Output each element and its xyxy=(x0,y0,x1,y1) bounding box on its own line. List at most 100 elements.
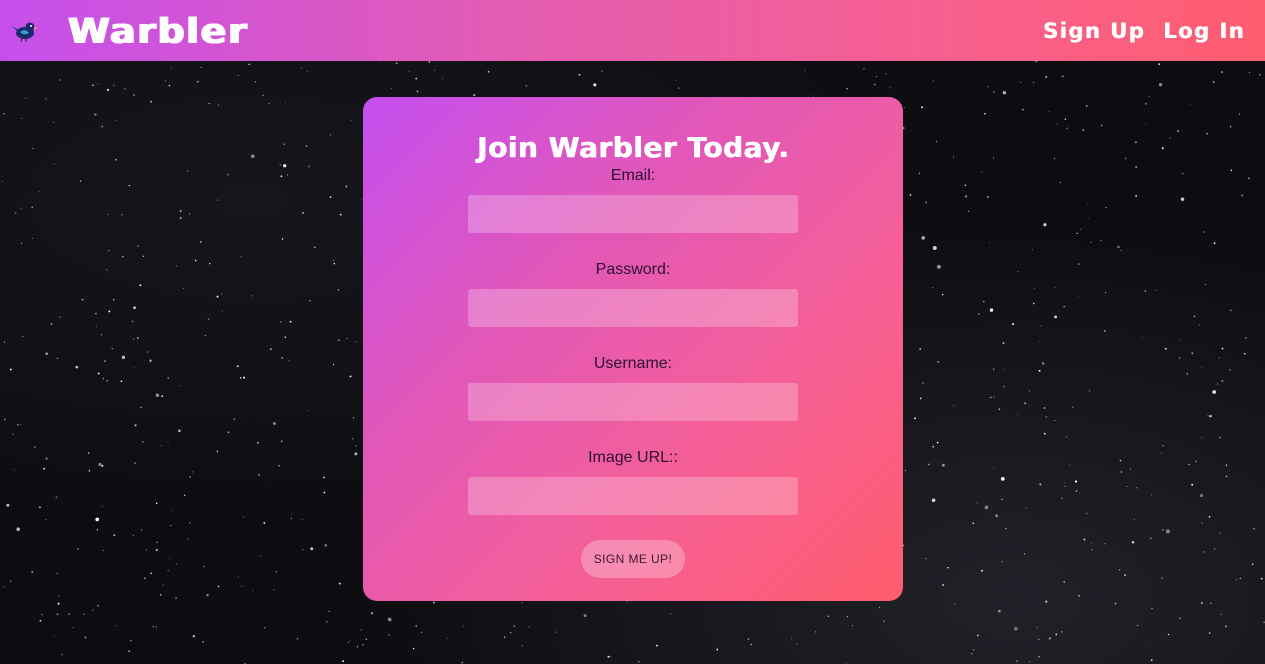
username-label: Username: xyxy=(593,355,673,372)
star xyxy=(1063,305,1065,308)
star xyxy=(192,471,194,473)
star xyxy=(1193,315,1196,318)
star xyxy=(1055,633,1058,636)
star xyxy=(10,580,12,582)
star xyxy=(1204,284,1206,285)
star xyxy=(31,570,34,573)
star xyxy=(932,246,937,250)
star xyxy=(290,517,292,520)
star xyxy=(175,597,178,600)
star xyxy=(1020,81,1022,83)
star xyxy=(1165,529,1170,534)
star xyxy=(1043,407,1046,409)
star xyxy=(155,502,158,505)
star xyxy=(56,613,59,615)
star xyxy=(306,410,308,412)
star xyxy=(59,79,61,81)
star xyxy=(1229,369,1231,371)
star xyxy=(329,196,332,198)
star xyxy=(167,569,169,572)
star xyxy=(1155,289,1157,291)
brand-home-link[interactable]: Warbler xyxy=(0,9,248,53)
star xyxy=(434,69,435,71)
login-link[interactable]: Log In xyxy=(1163,19,1245,43)
star xyxy=(1137,624,1139,627)
star xyxy=(308,299,311,302)
star xyxy=(904,470,906,472)
star xyxy=(601,70,603,72)
star xyxy=(288,360,290,362)
star xyxy=(804,70,806,72)
star xyxy=(284,336,287,339)
username-input[interactable] xyxy=(468,383,798,421)
star xyxy=(984,505,989,510)
star xyxy=(1135,166,1137,168)
password-input[interactable] xyxy=(468,289,798,327)
star xyxy=(45,98,47,100)
star xyxy=(1212,81,1215,83)
star xyxy=(171,510,173,512)
star xyxy=(131,320,134,323)
star xyxy=(1148,95,1150,98)
star xyxy=(1048,111,1050,112)
star xyxy=(1259,74,1261,76)
star xyxy=(196,80,199,83)
star xyxy=(981,171,983,173)
star xyxy=(942,293,944,296)
star xyxy=(790,637,792,639)
star xyxy=(77,548,79,550)
star xyxy=(1100,124,1103,127)
star xyxy=(284,101,286,103)
star xyxy=(1080,228,1082,230)
star xyxy=(1063,581,1066,583)
star xyxy=(1218,357,1220,359)
star xyxy=(919,348,922,350)
image-url-input[interactable] xyxy=(468,477,798,515)
star xyxy=(146,351,149,353)
star xyxy=(1040,325,1042,327)
star xyxy=(1186,372,1189,375)
star xyxy=(269,348,272,350)
star xyxy=(1034,288,1036,289)
star xyxy=(1090,241,1092,244)
star xyxy=(92,84,94,87)
star xyxy=(1178,340,1180,342)
star xyxy=(1048,637,1052,640)
star xyxy=(263,521,266,524)
email-input[interactable] xyxy=(468,195,798,233)
star xyxy=(97,83,99,85)
star xyxy=(554,631,557,633)
star xyxy=(150,572,152,575)
star xyxy=(1200,367,1202,369)
star xyxy=(338,339,340,341)
star xyxy=(846,616,849,618)
star xyxy=(1032,302,1035,305)
star xyxy=(280,175,283,178)
star xyxy=(1245,337,1247,339)
star xyxy=(1219,436,1221,439)
star xyxy=(1124,157,1127,160)
star xyxy=(1180,197,1185,201)
star xyxy=(593,83,597,87)
star xyxy=(14,212,17,214)
star xyxy=(716,648,719,651)
star xyxy=(446,637,448,639)
star xyxy=(578,73,581,76)
star xyxy=(1031,249,1033,251)
signup-link[interactable]: Sign Up xyxy=(1043,19,1145,43)
star xyxy=(1045,75,1048,78)
star xyxy=(9,368,12,371)
star xyxy=(851,625,853,627)
star xyxy=(160,445,162,447)
star xyxy=(883,620,885,622)
star xyxy=(98,462,102,467)
warbler-bird-icon xyxy=(12,18,38,44)
star xyxy=(521,602,523,604)
star xyxy=(207,318,210,320)
star xyxy=(936,264,941,269)
star xyxy=(873,83,876,86)
signup-submit-button[interactable]: SIGN ME UP! xyxy=(581,540,685,578)
star xyxy=(1086,105,1088,107)
star xyxy=(1054,315,1058,319)
star xyxy=(1083,538,1086,541)
